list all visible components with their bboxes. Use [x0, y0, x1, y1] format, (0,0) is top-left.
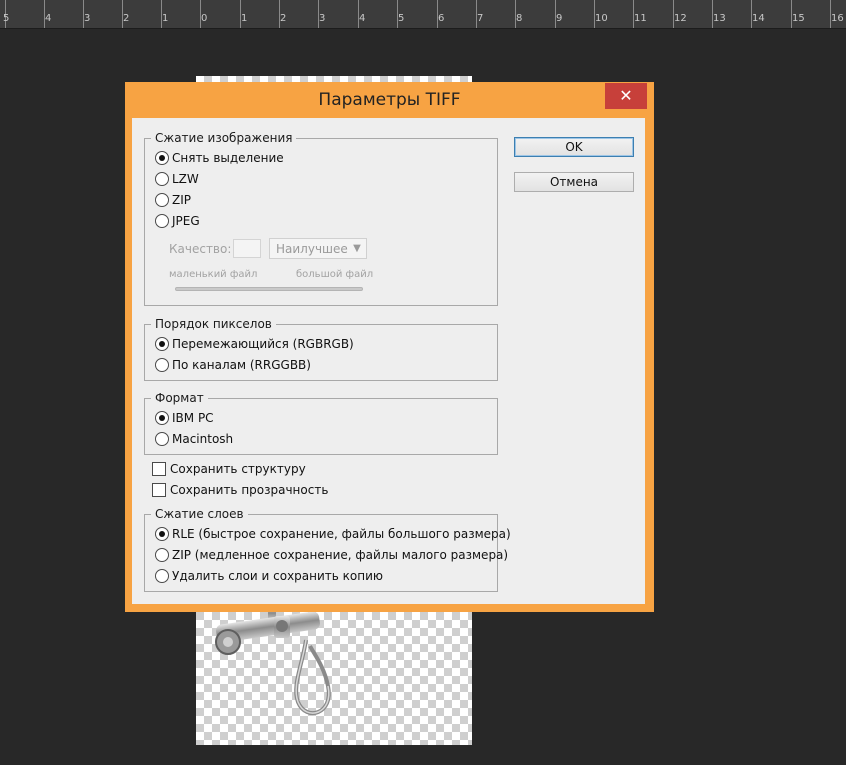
- chevron-down-icon: ▼: [353, 243, 361, 254]
- radio-compression-none[interactable]: Снять выделение: [155, 150, 284, 166]
- ruler-label: 8: [516, 13, 523, 24]
- radio-button[interactable]: [155, 358, 169, 372]
- ruler-label: 5: [398, 13, 405, 24]
- radio-label: LZW: [172, 172, 199, 186]
- ruler-label: 2: [280, 13, 287, 24]
- radio-label: ZIP (медленное сохранение, файлы малого …: [172, 548, 509, 562]
- byte-order-group: Формат IBM PC Macintosh: [144, 391, 498, 455]
- ruler-label: 14: [752, 13, 765, 24]
- quality-preset-value: Наилучшее: [276, 241, 348, 256]
- ruler-label: 3: [319, 13, 326, 24]
- radio-button[interactable]: [155, 193, 169, 207]
- large-file-label: большой файл: [296, 269, 374, 280]
- radio-byte-ibm-pc[interactable]: IBM PC: [155, 410, 214, 426]
- ruler-label: 11: [634, 13, 647, 24]
- cancel-button[interactable]: Отмена: [514, 172, 634, 192]
- radio-button[interactable]: [155, 151, 169, 165]
- radio-label: JPEG: [172, 214, 200, 228]
- radio-button[interactable]: [155, 172, 169, 186]
- layer-compression-group: Сжатие слоев RLE (быстрое сохранение, фа…: [144, 507, 511, 592]
- quality-input[interactable]: [233, 239, 261, 258]
- shower-mixer-image: [215, 606, 331, 715]
- ruler-label: 9: [556, 13, 563, 24]
- radio-label: ZIP: [172, 193, 191, 207]
- dialog-titlebar[interactable]: Параметры TIFF ✕: [125, 82, 654, 118]
- radio-compression-zip[interactable]: ZIP: [155, 192, 191, 208]
- ok-button[interactable]: OK: [514, 137, 634, 157]
- layer-compression-legend: Сжатие слоев: [151, 507, 248, 521]
- close-icon: ✕: [619, 86, 633, 105]
- checkbox-label: Сохранить прозрачность: [170, 483, 329, 497]
- radio-button[interactable]: [155, 337, 169, 351]
- horizontal-ruler[interactable]: 5 4 3 2 1 0 1 2 3 4 5 6 7 8 9 10 11 12 1…: [0, 0, 846, 29]
- checkbox[interactable]: [152, 483, 166, 497]
- dialog-title: Параметры TIFF: [318, 90, 461, 110]
- radio-label: Перемежающийся (RGBRGB): [172, 337, 354, 351]
- radio-pixel-per-channel[interactable]: По каналам (RRGGBB): [155, 357, 311, 373]
- radio-compression-jpeg[interactable]: JPEG: [155, 213, 200, 229]
- radio-layer-rle[interactable]: RLE (быстрое сохранение, файлы большого …: [155, 526, 511, 542]
- radio-layer-zip[interactable]: ZIP (медленное сохранение, файлы малого …: [155, 547, 508, 563]
- save-transparency-checkbox[interactable]: Сохранить прозрачность: [152, 482, 328, 498]
- radio-button[interactable]: [155, 548, 169, 562]
- pixel-order-legend: Порядок пикселов: [151, 317, 276, 331]
- small-file-label: маленький файл: [169, 269, 258, 280]
- radio-label: Macintosh: [172, 432, 234, 446]
- ruler-label: 13: [713, 13, 726, 24]
- quality-preset-select[interactable]: Наилучшее ▼: [269, 238, 367, 259]
- checkbox[interactable]: [152, 462, 166, 476]
- ruler-label: 2: [123, 13, 130, 24]
- radio-label: Снять выделение: [172, 151, 284, 165]
- pixel-order-group: Порядок пикселов Перемежающийся (RGBRGB)…: [144, 317, 498, 381]
- image-compression-legend: Сжатие изображения: [151, 131, 297, 145]
- radio-label: RLE (быстрое сохранение, файлы большого …: [172, 527, 511, 541]
- save-pyramid-checkbox[interactable]: Сохранить структуру: [152, 461, 306, 477]
- ruler-label: 1: [162, 13, 169, 24]
- quality-slider[interactable]: [175, 287, 363, 291]
- ruler-label: 10: [595, 13, 608, 24]
- byte-order-legend: Формат: [151, 391, 208, 405]
- ruler-label: 3: [84, 13, 91, 24]
- ruler-label: 1: [241, 13, 248, 24]
- ruler-label: 15: [792, 13, 805, 24]
- radio-label: IBM PC: [172, 411, 214, 425]
- ruler-label: 12: [674, 13, 687, 24]
- radio-byte-macintosh[interactable]: Macintosh: [155, 431, 233, 447]
- ruler-label: 5: [3, 13, 10, 24]
- ruler-label: 0: [201, 13, 208, 24]
- ruler-label: 4: [45, 13, 52, 24]
- radio-compression-lzw[interactable]: LZW: [155, 171, 199, 187]
- tiff-options-dialog: Параметры TIFF ✕ Сжатие изображения Снят…: [125, 82, 654, 612]
- radio-button[interactable]: [155, 432, 169, 446]
- ruler-label: 6: [438, 13, 445, 24]
- image-compression-group: Сжатие изображения Снять выделение LZW Z…: [144, 131, 498, 306]
- radio-label: По каналам (RRGGBB): [172, 358, 311, 372]
- radio-layer-discard[interactable]: Удалить слои и сохранить копию: [155, 568, 383, 584]
- radio-pixel-interleaved[interactable]: Перемежающийся (RGBRGB): [155, 336, 354, 352]
- radio-label: Удалить слои и сохранить копию: [172, 569, 384, 583]
- dialog-body: Сжатие изображения Снять выделение LZW Z…: [132, 118, 645, 604]
- ruler-label: 16: [831, 13, 844, 24]
- checkbox-label: Сохранить структуру: [170, 462, 306, 476]
- radio-button[interactable]: [155, 527, 169, 541]
- radio-button[interactable]: [155, 214, 169, 228]
- ruler-label: 4: [359, 13, 366, 24]
- close-button[interactable]: ✕: [605, 83, 647, 109]
- radio-button[interactable]: [155, 569, 169, 583]
- ruler-label: 7: [477, 13, 484, 24]
- radio-button[interactable]: [155, 411, 169, 425]
- quality-label: Качество:: [169, 242, 232, 256]
